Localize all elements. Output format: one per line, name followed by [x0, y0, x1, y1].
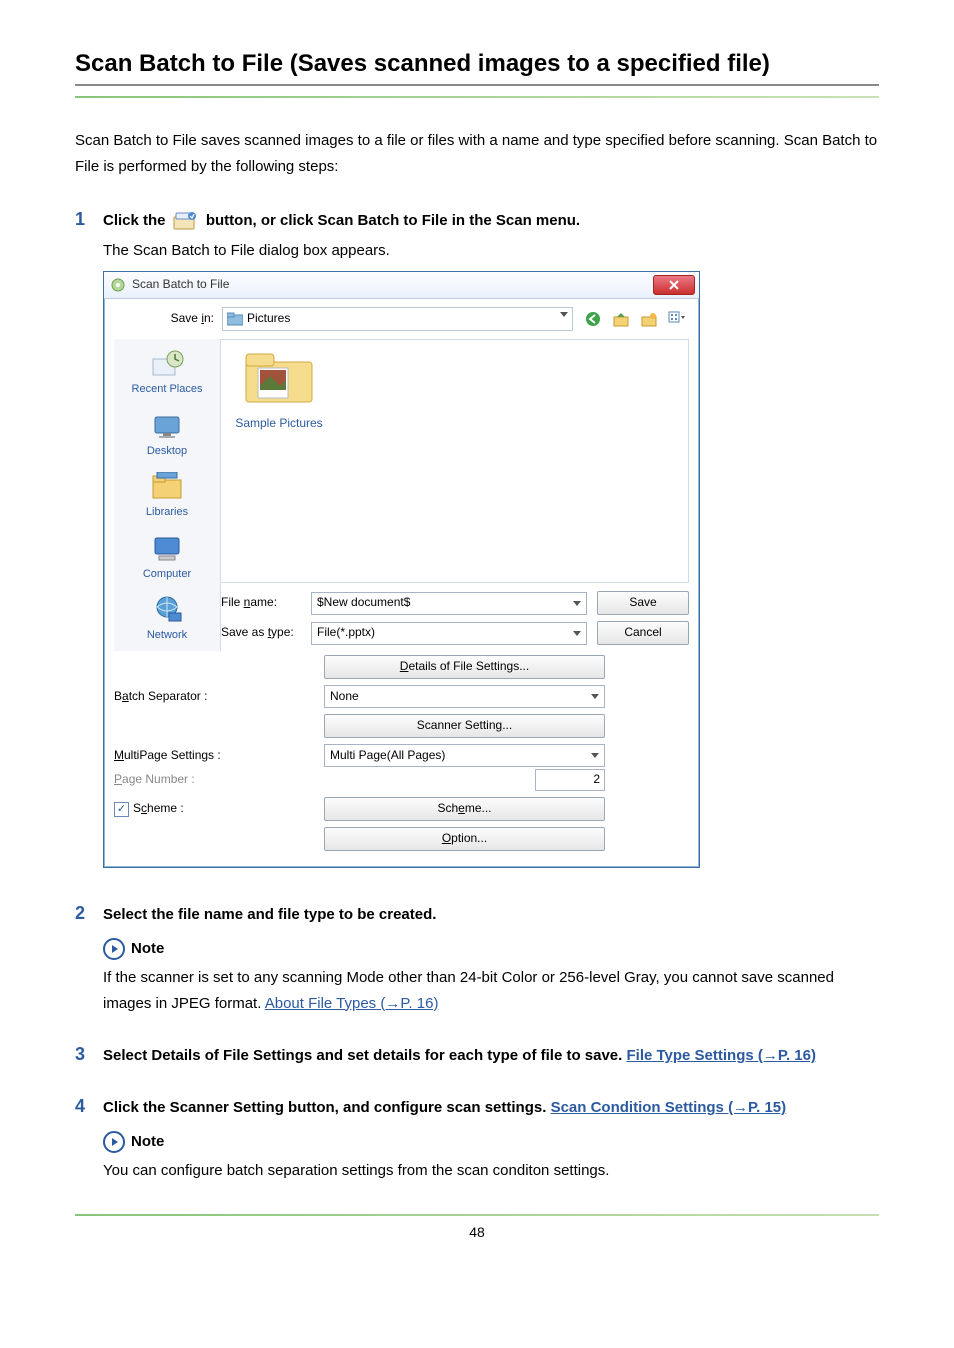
desktop-icon — [149, 411, 185, 441]
folder-item-label: Sample Pictures — [235, 416, 322, 430]
place-desktop[interactable]: Desktop — [122, 407, 212, 467]
step-4: 4 Click the Scanner Setting button, and … — [75, 1096, 879, 1184]
multipage-settings-combo[interactable]: Multi Page(All Pages) — [324, 744, 605, 767]
place-recent[interactable]: Recent Places — [122, 345, 212, 405]
scan-batch-to-file-dialog: Scan Batch to File Save in: Pictures — [103, 271, 700, 868]
note-label-1: Note — [131, 937, 164, 961]
page-number-label: Page Number : — [114, 770, 314, 789]
network-icon — [149, 595, 185, 625]
intro-paragraph: Scan Batch to File saves scanned images … — [75, 128, 879, 179]
check-icon: ✓ — [117, 804, 126, 815]
save-in-combo[interactable]: Pictures — [222, 307, 573, 331]
close-icon — [669, 280, 679, 290]
view-menu-icon — [668, 311, 686, 327]
file-name-value: $New document$ — [317, 593, 410, 612]
place-computer[interactable]: Computer — [122, 530, 212, 590]
file-name-input[interactable]: $New document$ — [311, 592, 587, 615]
dialog-app-icon — [110, 277, 126, 293]
dialog-title: Scan Batch to File — [132, 275, 229, 294]
step-2-number: 2 — [75, 903, 103, 924]
option-button[interactable]: Option... — [324, 827, 605, 851]
chevron-down-icon — [573, 631, 581, 636]
page-number-input[interactable]: 2 — [535, 769, 605, 791]
step-3-text: Select Details of File Settings and set … — [103, 1047, 626, 1064]
batch-separator-label: Batch Separator : — [114, 687, 314, 706]
step-1-number: 1 — [75, 209, 103, 230]
folder-up-icon — [613, 311, 629, 327]
batch-separator-value: None — [330, 687, 359, 706]
scheme-label: Scheme : — [133, 799, 184, 818]
step-2: 2 Select the file name and file type to … — [75, 903, 879, 1016]
step-2-text: Select the file name and file type to be… — [103, 906, 436, 923]
save-button[interactable]: Save — [597, 591, 689, 615]
folder-item-sample-pictures[interactable]: Sample Pictures — [229, 348, 329, 433]
page-number-value: 2 — [593, 770, 600, 789]
cancel-button[interactable]: Cancel — [597, 621, 689, 645]
step-3-number: 3 — [75, 1044, 103, 1065]
place-computer-label: Computer — [143, 568, 191, 580]
note-1-text: If the scanner is set to any scanning Mo… — [103, 965, 879, 1016]
details-file-settings-button[interactable]: Details of File Settings... — [324, 655, 605, 679]
scheme-button[interactable]: Scheme... — [324, 797, 605, 821]
new-folder-button[interactable] — [637, 307, 661, 331]
page-number: 48 — [75, 1224, 879, 1240]
scheme-checkbox-row[interactable]: ✓ Scheme : — [114, 799, 314, 818]
file-type-settings-link[interactable]: File Type Settings (→P. 16) — [626, 1047, 816, 1064]
recent-places-icon — [149, 349, 185, 379]
back-arrow-icon — [585, 311, 601, 327]
note-icon — [103, 1131, 125, 1153]
place-libraries[interactable]: Libraries — [122, 468, 212, 528]
footer-gradient-bar — [75, 1214, 879, 1216]
file-name-label: File name: — [221, 593, 301, 612]
step-4-number: 4 — [75, 1096, 103, 1117]
step-1-text-b: button, or click Scan Batch to File in t… — [206, 212, 580, 229]
save-as-type-combo[interactable]: File(*.pptx) — [311, 622, 587, 645]
batch-separator-combo[interactable]: None — [324, 685, 605, 708]
place-recent-label: Recent Places — [132, 383, 203, 395]
chevron-down-icon — [560, 312, 568, 317]
libraries-icon — [149, 472, 185, 502]
place-libraries-label: Libraries — [146, 506, 188, 518]
scanner-setting-button[interactable]: Scanner Setting... — [324, 714, 605, 738]
step-4-text: Click the Scanner Setting button, and co… — [103, 1099, 551, 1116]
file-browser-pane[interactable]: Sample Pictures — [221, 339, 689, 583]
folder-mini-icon — [227, 312, 243, 326]
chevron-down-icon — [591, 694, 599, 699]
new-folder-icon — [641, 311, 657, 327]
step-1-text-a: Click the — [103, 212, 170, 229]
chevron-down-icon — [573, 601, 581, 606]
places-bar: Recent Places Desktop Libraries — [114, 339, 221, 651]
save-as-type-value: File(*.pptx) — [317, 623, 375, 642]
place-network[interactable]: Network — [122, 591, 212, 651]
up-level-button[interactable] — [609, 307, 633, 331]
place-network-label: Network — [147, 629, 187, 641]
step-1: 1 Click the button, or click Scan Batch … — [75, 209, 879, 893]
step-3: 3 Select Details of File Settings and se… — [75, 1044, 879, 1068]
dialog-titlebar: Scan Batch to File — [104, 272, 699, 299]
chevron-down-icon — [591, 753, 599, 758]
save-as-type-label: Save as type: — [221, 623, 301, 642]
computer-icon — [149, 534, 185, 564]
about-file-types-link[interactable]: About File Types (→P. 16) — [265, 995, 439, 1012]
back-button[interactable] — [581, 307, 605, 331]
page-title: Scan Batch to File (Saves scanned images… — [75, 50, 879, 78]
scan-batch-file-toolbar-icon — [172, 209, 200, 233]
gradient-bar-top — [75, 96, 879, 98]
multipage-settings-label: MultiPage Settings : — [114, 746, 314, 765]
note-2-text: You can configure batch separation setti… — [103, 1158, 879, 1184]
folder-icon — [244, 348, 314, 404]
note-label-2: Note — [131, 1130, 164, 1154]
scan-condition-settings-link[interactable]: Scan Condition Settings (→P. 15) — [551, 1099, 787, 1116]
place-desktop-label: Desktop — [147, 445, 187, 457]
close-button[interactable] — [653, 275, 695, 295]
save-in-label: Save in: — [114, 309, 214, 328]
step-1-after: The Scan Batch to File dialog box appear… — [103, 239, 879, 263]
note-1-text-a: If the scanner is set to any scanning Mo… — [103, 969, 834, 1012]
note-icon — [103, 938, 125, 960]
title-underline — [75, 84, 879, 86]
multipage-settings-value: Multi Page(All Pages) — [330, 746, 445, 765]
save-in-value: Pictures — [247, 309, 290, 328]
scheme-checkbox[interactable]: ✓ — [114, 802, 129, 817]
view-menu-button[interactable] — [665, 307, 689, 331]
